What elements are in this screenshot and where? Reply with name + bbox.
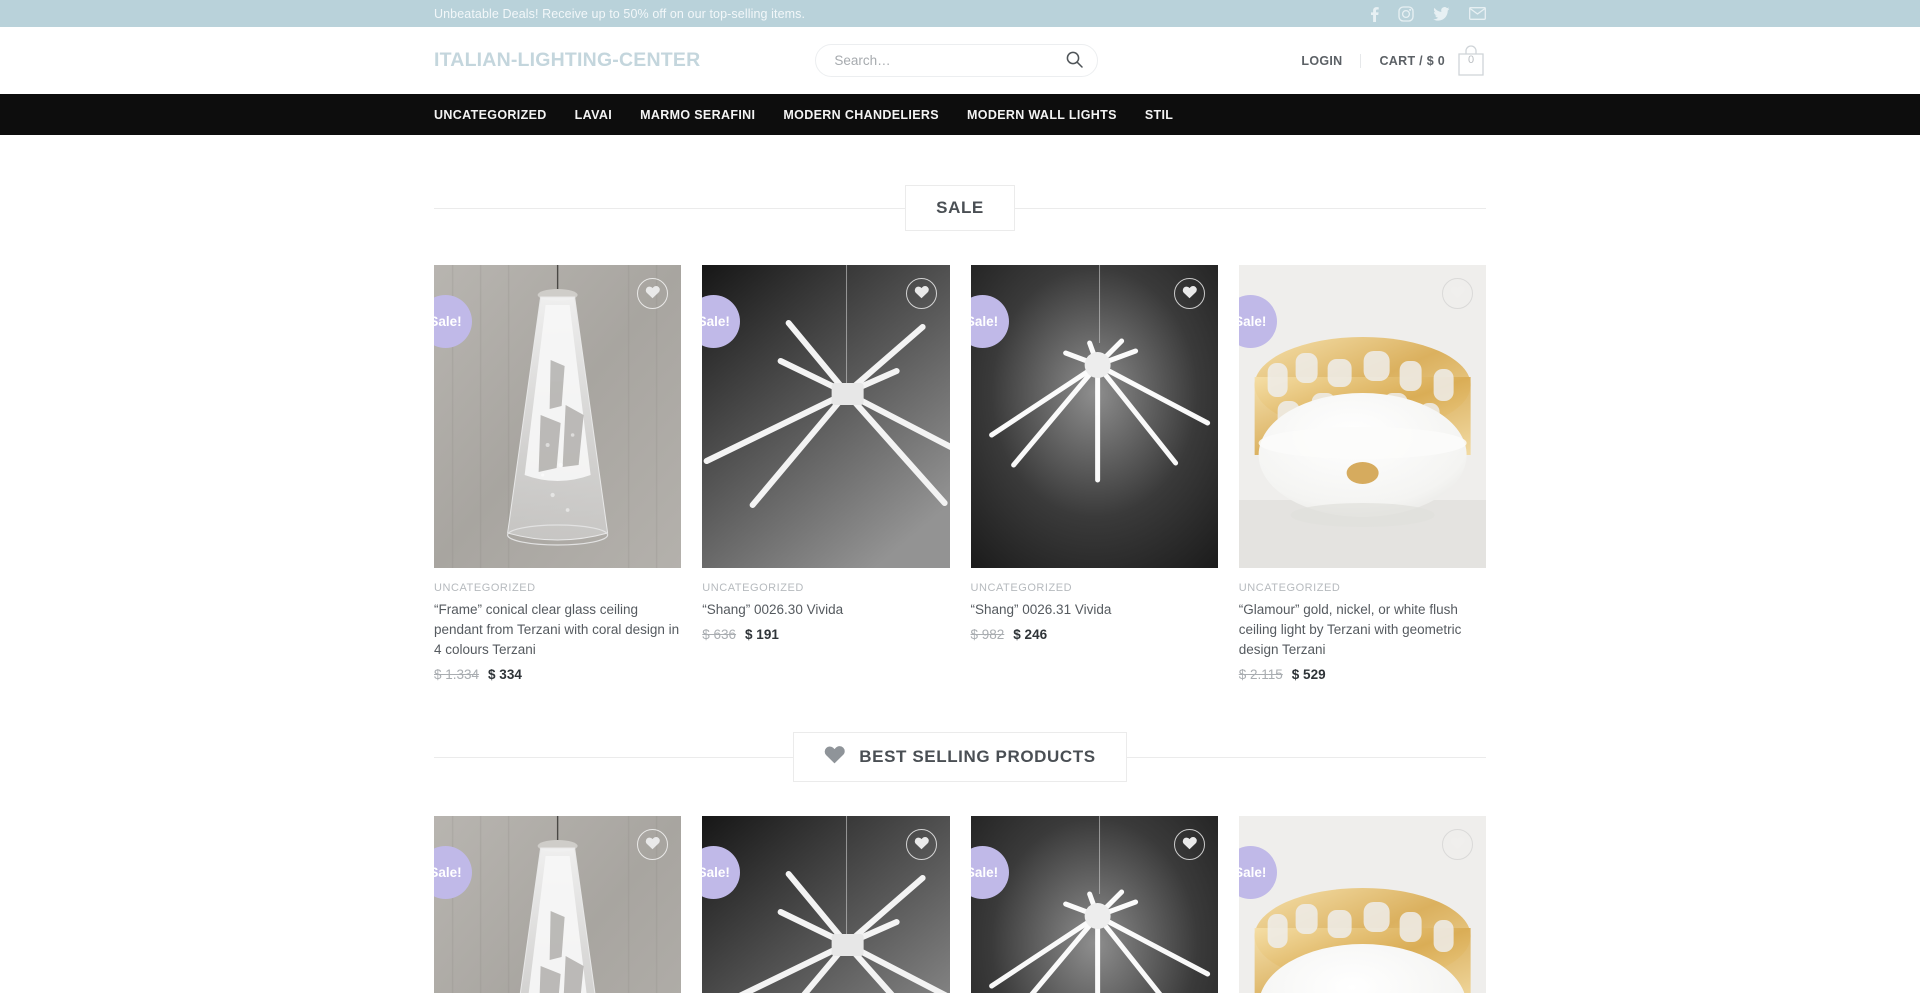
product-price: $ 636 $ 191 bbox=[702, 627, 949, 642]
nav-item-uncategorized[interactable]: UNCATEGORIZED bbox=[434, 108, 547, 122]
product-category[interactable]: UNCATEGORIZED bbox=[1239, 582, 1486, 594]
wishlist-button[interactable] bbox=[1442, 278, 1473, 309]
search-icon bbox=[1066, 51, 1084, 71]
sale-price: $ 334 bbox=[488, 666, 522, 682]
main-content: SALE ale! UNCATEGORIZED “Frame” conical … bbox=[434, 185, 1486, 993]
heart-icon bbox=[1450, 285, 1465, 302]
heart-icon bbox=[914, 285, 929, 302]
sale-price: $ 246 bbox=[1013, 626, 1048, 642]
header-actions: LOGIN CART / $ 0 0 bbox=[1301, 44, 1486, 77]
wishlist-button[interactable] bbox=[637, 828, 669, 860]
sale-price: $ 191 bbox=[745, 626, 779, 642]
section-header-sale: SALE bbox=[434, 185, 1486, 231]
product-image-link[interactable]: Sale! bbox=[702, 815, 950, 993]
login-link[interactable]: LOGIN bbox=[1301, 53, 1362, 68]
product-category[interactable]: UNCATEGORIZED bbox=[971, 582, 1218, 594]
product-image-link[interactable]: Sale! bbox=[970, 265, 1218, 568]
product-price: $ 2.115 $ 529 bbox=[1239, 667, 1486, 682]
site-logo[interactable]: ITALIAN-LIGHTING-CENTER bbox=[434, 49, 700, 72]
product-category[interactable]: UNCATEGORIZED bbox=[434, 582, 681, 594]
product-card: Sale! UNCATEGORIZED “Frame” conical clea… bbox=[434, 265, 682, 682]
original-price: $ 636 bbox=[702, 626, 737, 642]
product-card: Sale! UNCATEGORIZED “Shang” 0026.31 Vivi… bbox=[970, 265, 1218, 682]
heart-icon bbox=[1182, 836, 1197, 853]
heart-icon bbox=[645, 836, 661, 853]
product-card: Sale! UNCATEGORIZED “Shang” 0026.30 Vivi… bbox=[702, 265, 950, 682]
heart-icon bbox=[1182, 285, 1197, 302]
wishlist-button[interactable] bbox=[905, 278, 937, 309]
product-card: Sale! bbox=[970, 815, 1218, 993]
email-icon[interactable] bbox=[1469, 7, 1486, 20]
facebook-icon[interactable] bbox=[1370, 6, 1379, 22]
nav-item-modern-wall-lights[interactable]: MODERN WALL LIGHTS bbox=[967, 108, 1117, 122]
product-image-shang-3031 bbox=[970, 265, 1218, 568]
product-image-link[interactable]: Sale! bbox=[1238, 815, 1486, 993]
product-image-link[interactable]: Sale! bbox=[702, 265, 950, 568]
product-image-link[interactable]: Sale! bbox=[434, 815, 682, 993]
promo-text: Unbeatable Deals! Receive up to 50% off … bbox=[434, 6, 806, 21]
product-image-shang-3030 bbox=[702, 265, 950, 568]
original-price: $ 982 bbox=[970, 626, 1005, 642]
twitter-icon[interactable] bbox=[1433, 6, 1450, 21]
search-input[interactable] bbox=[834, 53, 1067, 68]
heart-icon bbox=[1450, 836, 1465, 853]
cart-item-count: 0 bbox=[1467, 54, 1475, 66]
product-price: $ 1.334 $ 334 bbox=[434, 667, 681, 682]
product-category[interactable]: UNCATEGORIZED bbox=[702, 582, 949, 594]
cart-bag-icon: 0 bbox=[1456, 44, 1486, 77]
main-navigation: UNCATEGORIZED LAVAI MARMO SERAFINI MODER… bbox=[0, 94, 1920, 135]
product-image-link[interactable]: Sale! bbox=[434, 265, 682, 568]
product-grid-sale: Sale! UNCATEGORIZED “Frame” conical clea… bbox=[434, 265, 1486, 682]
product-card: Sale! bbox=[434, 815, 682, 993]
wishlist-button[interactable] bbox=[1173, 828, 1205, 860]
product-image-link[interactable]: Sale! bbox=[970, 815, 1218, 993]
product-card: Sale! UNCATEGORIZED “Glamour” gold, nick… bbox=[1238, 265, 1486, 682]
nav-item-modern-chandeliers[interactable]: MODERN CHANDELIERS bbox=[783, 108, 939, 122]
product-title[interactable]: “Shang” 0026.31 Vivida bbox=[971, 600, 1218, 620]
section-label-sale: SALE bbox=[936, 198, 984, 217]
wishlist-button[interactable] bbox=[905, 828, 937, 860]
nav-item-marmo-serafini[interactable]: MARMO SERAFINI bbox=[640, 108, 755, 122]
product-title[interactable]: “Glamour” gold, nickel, or white flush c… bbox=[1239, 600, 1486, 660]
search-bar bbox=[815, 44, 1099, 77]
heart-icon bbox=[824, 745, 845, 769]
product-title[interactable]: “Shang” 0026.30 Vivida bbox=[702, 600, 949, 620]
announcement-bar: Unbeatable Deals! Receive up to 50% off … bbox=[0, 0, 1920, 27]
product-image-frame-pendant bbox=[434, 265, 682, 568]
product-image-link[interactable]: Sale! bbox=[1238, 265, 1486, 568]
instagram-icon[interactable] bbox=[1398, 5, 1414, 22]
section-title-best-selling: BEST SELLING PRODUCTS bbox=[793, 731, 1127, 782]
section-label-best-selling: BEST SELLING PRODUCTS bbox=[859, 746, 1096, 766]
original-price: $ 1.334 bbox=[434, 666, 480, 682]
cart-link[interactable]: CART / $ 0 0 bbox=[1361, 44, 1486, 77]
product-grid-best-selling: Sale! Sale! bbox=[434, 815, 1486, 993]
nav-item-stil[interactable]: STIL bbox=[1145, 108, 1173, 122]
cart-total-label: CART / $ 0 bbox=[1379, 53, 1445, 68]
social-links bbox=[1370, 5, 1486, 22]
product-title[interactable]: “Frame” conical clear glass ceiling pend… bbox=[434, 600, 681, 660]
wishlist-button[interactable] bbox=[1442, 828, 1473, 860]
product-image-glamour-flush bbox=[1238, 265, 1486, 568]
product-price: $ 982 $ 246 bbox=[971, 627, 1218, 642]
wishlist-button[interactable] bbox=[1173, 278, 1205, 309]
section-header-best-selling: BEST SELLING PRODUCTS bbox=[434, 731, 1486, 782]
product-card: Sale! bbox=[702, 815, 950, 993]
nav-item-lavai[interactable]: LAVAI bbox=[575, 108, 612, 122]
search-button[interactable] bbox=[1066, 51, 1084, 71]
sale-price: $ 529 bbox=[1291, 666, 1326, 682]
site-header: ITALIAN-LIGHTING-CENTER LOGIN CART / $ 0… bbox=[0, 27, 1920, 94]
heart-icon bbox=[645, 285, 661, 302]
product-card: Sale! bbox=[1238, 815, 1486, 993]
original-price: $ 2.115 bbox=[1238, 666, 1283, 682]
heart-icon bbox=[914, 836, 929, 853]
section-title-sale: SALE bbox=[905, 185, 1015, 231]
